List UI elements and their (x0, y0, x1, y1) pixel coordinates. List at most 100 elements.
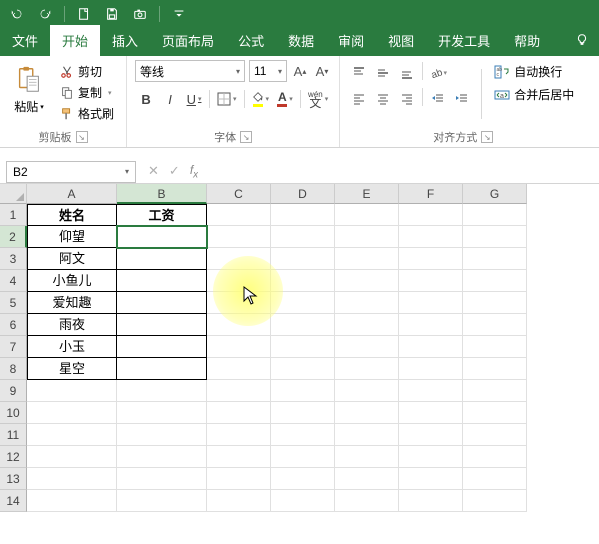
cell[interactable] (399, 424, 463, 446)
tab-review[interactable]: 审阅 (326, 25, 376, 56)
cell[interactable] (207, 402, 271, 424)
formula-input[interactable] (198, 161, 599, 183)
cell[interactable] (117, 292, 207, 314)
cell[interactable] (271, 270, 335, 292)
cell[interactable] (271, 358, 335, 380)
row-header[interactable]: 2 (0, 226, 27, 248)
phonetic-button[interactable]: wén文▾ (305, 88, 331, 110)
format-painter-button[interactable]: 格式刷 (56, 104, 118, 123)
cell[interactable] (399, 226, 463, 248)
row-header[interactable]: 4 (0, 270, 27, 292)
cell[interactable] (117, 314, 207, 336)
cell[interactable]: 雨夜 (27, 314, 117, 336)
select-all-corner[interactable] (0, 184, 27, 204)
row-header[interactable]: 5 (0, 292, 27, 314)
cell[interactable] (207, 446, 271, 468)
cell[interactable] (463, 204, 527, 226)
name-box[interactable]: B2▾ (6, 161, 136, 183)
col-header-D[interactable]: D (271, 184, 335, 204)
cell[interactable] (117, 358, 207, 380)
cell[interactable] (271, 336, 335, 358)
cell[interactable] (463, 358, 527, 380)
paste-button[interactable] (11, 62, 47, 98)
cell[interactable] (335, 336, 399, 358)
cell[interactable]: 爱知趣 (27, 292, 117, 314)
cell[interactable] (207, 490, 271, 512)
cell[interactable] (271, 226, 335, 248)
cell[interactable] (117, 380, 207, 402)
tab-help[interactable]: 帮助 (502, 25, 552, 56)
cell[interactable] (207, 358, 271, 380)
cell[interactable] (335, 380, 399, 402)
row-header[interactable]: 13 (0, 468, 27, 490)
tab-view[interactable]: 视图 (376, 25, 426, 56)
cell[interactable] (399, 490, 463, 512)
cell[interactable]: 工资 (117, 204, 207, 226)
copy-button[interactable]: 复制▾ (56, 83, 118, 102)
undo-button[interactable] (6, 3, 28, 25)
tab-home[interactable]: 开始 (50, 25, 100, 56)
cell[interactable] (399, 204, 463, 226)
cell[interactable] (117, 402, 207, 424)
cell[interactable] (207, 292, 271, 314)
new-doc-button[interactable] (73, 3, 95, 25)
accept-formula-button[interactable]: ✓ (169, 163, 180, 179)
cell[interactable] (463, 380, 527, 402)
cell[interactable] (117, 446, 207, 468)
tab-file[interactable]: 文件 (0, 25, 50, 56)
decrease-indent-button[interactable] (427, 88, 449, 110)
camera-button[interactable] (129, 3, 151, 25)
cancel-formula-button[interactable]: ✕ (148, 163, 159, 179)
cell[interactable] (335, 468, 399, 490)
cell[interactable] (335, 402, 399, 424)
cell[interactable] (335, 226, 399, 248)
cell[interactable]: 小鱼儿 (27, 270, 117, 292)
cell[interactable] (117, 226, 207, 248)
font-size-combo[interactable]: 11▾ (249, 60, 287, 82)
tab-formulas[interactable]: 公式 (226, 25, 276, 56)
cell[interactable] (207, 336, 271, 358)
cell[interactable] (463, 402, 527, 424)
cell[interactable] (271, 204, 335, 226)
row-header[interactable]: 14 (0, 490, 27, 512)
row-header[interactable]: 11 (0, 424, 27, 446)
cell[interactable] (399, 336, 463, 358)
align-right-button[interactable] (396, 88, 418, 110)
align-top-button[interactable] (348, 62, 370, 84)
increase-font-button[interactable]: A▴ (291, 61, 309, 81)
fill-color-button[interactable]: ▾ (249, 88, 273, 110)
borders-button[interactable]: ▾ (214, 88, 240, 110)
decrease-font-button[interactable]: A▾ (313, 61, 331, 81)
italic-button[interactable]: I (159, 88, 181, 110)
cell[interactable] (207, 270, 271, 292)
cell[interactable] (117, 336, 207, 358)
cell[interactable] (335, 490, 399, 512)
col-header-G[interactable]: G (463, 184, 527, 204)
col-header-E[interactable]: E (335, 184, 399, 204)
row-header[interactable]: 7 (0, 336, 27, 358)
cell[interactable]: 星空 (27, 358, 117, 380)
cell[interactable] (27, 424, 117, 446)
cell[interactable] (335, 358, 399, 380)
align-left-button[interactable] (348, 88, 370, 110)
cell[interactable] (399, 314, 463, 336)
tab-insert[interactable]: 插入 (100, 25, 150, 56)
cell[interactable] (27, 468, 117, 490)
col-header-C[interactable]: C (207, 184, 271, 204)
alignment-launcher[interactable]: ↘ (481, 131, 493, 143)
cell[interactable] (27, 490, 117, 512)
row-header[interactable]: 3 (0, 248, 27, 270)
cell[interactable] (399, 468, 463, 490)
row-header[interactable]: 6 (0, 314, 27, 336)
cell[interactable] (399, 292, 463, 314)
cell[interactable] (335, 270, 399, 292)
font-launcher[interactable]: ↘ (240, 131, 252, 143)
row-header[interactable]: 1 (0, 204, 27, 226)
cell[interactable] (335, 204, 399, 226)
cell[interactable] (207, 424, 271, 446)
cell[interactable] (271, 292, 335, 314)
orientation-button[interactable]: ab▾ (427, 62, 449, 84)
cell[interactable] (335, 424, 399, 446)
cell[interactable] (463, 226, 527, 248)
qat-customize-button[interactable] (168, 3, 190, 25)
